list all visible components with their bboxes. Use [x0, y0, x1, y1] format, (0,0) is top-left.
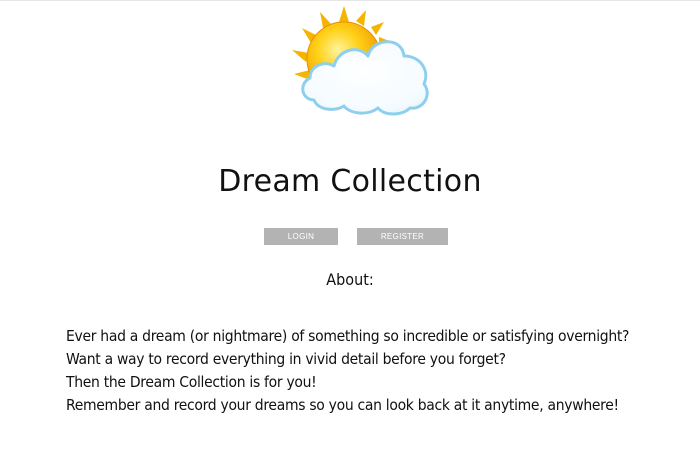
- page-title: Dream Collection: [218, 164, 482, 199]
- auth-buttons: LOGIN REGISTER: [0, 228, 700, 245]
- about-description: Ever had a dream (or nightmare) of somet…: [66, 325, 696, 417]
- login-button[interactable]: LOGIN: [264, 228, 338, 245]
- about-heading: About:: [326, 270, 374, 289]
- top-divider: [0, 0, 700, 1]
- sun-behind-cloud-icon: [292, 6, 429, 116]
- about-line: Ever had a dream (or nightmare) of somet…: [66, 327, 630, 345]
- about-line: Remember and record your dreams so you c…: [66, 396, 619, 414]
- register-button[interactable]: REGISTER: [357, 228, 448, 245]
- about-line: Want a way to record everything in vivid…: [66, 350, 506, 368]
- about-line: Then the Dream Collection is for you!: [66, 373, 317, 391]
